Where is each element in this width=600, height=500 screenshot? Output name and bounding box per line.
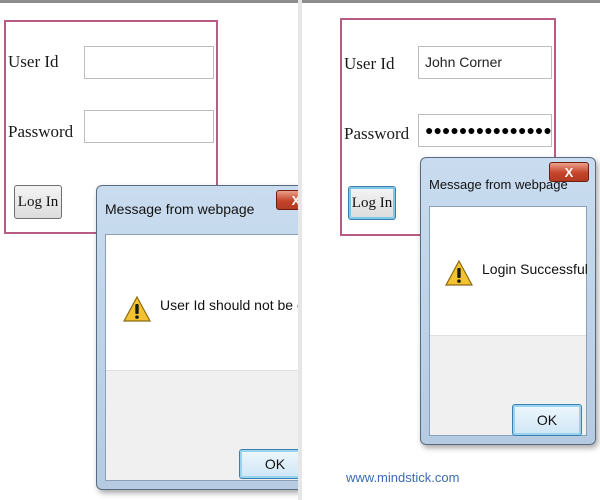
- alert-dialog: Message from webpage X User Id should no…: [96, 185, 298, 490]
- user-id-input[interactable]: [84, 46, 214, 79]
- dialog-body: User Id should not be empty OK: [105, 234, 298, 481]
- dialog-message: Login Successful: [482, 261, 588, 277]
- alert-dialog: Message from webpage X Login Successful …: [420, 157, 596, 445]
- left-screenshot-panel: User Id Password Log In Message from web…: [0, 0, 298, 500]
- dialog-body: Login Successful OK: [429, 206, 588, 436]
- password-label: Password: [8, 122, 74, 141]
- login-button[interactable]: Log In: [348, 186, 396, 220]
- warning-icon: [123, 295, 151, 322]
- login-button[interactable]: Log In: [14, 185, 62, 219]
- ok-button[interactable]: OK: [239, 449, 298, 479]
- password-input[interactable]: [84, 110, 214, 143]
- warning-icon: [445, 259, 473, 286]
- dialog-title: Message from webpage: [105, 201, 255, 217]
- user-id-label: User Id: [8, 52, 59, 71]
- close-button[interactable]: X: [549, 162, 589, 182]
- ok-button[interactable]: OK: [512, 404, 582, 436]
- password-label: Password: [344, 124, 410, 143]
- dialog-message: User Id should not be empty: [160, 297, 298, 313]
- close-button[interactable]: X: [276, 190, 298, 210]
- watermark-link[interactable]: www.mindstick.com: [346, 470, 459, 485]
- right-screenshot-panel: User Id John Corner Password ●●●●●●●●●●●…: [302, 0, 600, 500]
- dialog-title: Message from webpage: [429, 177, 568, 192]
- user-id-input[interactable]: John Corner: [418, 46, 552, 79]
- user-id-label: User Id: [344, 54, 395, 73]
- password-input[interactable]: ●●●●●●●●●●●●●●●●●●●: [418, 114, 552, 147]
